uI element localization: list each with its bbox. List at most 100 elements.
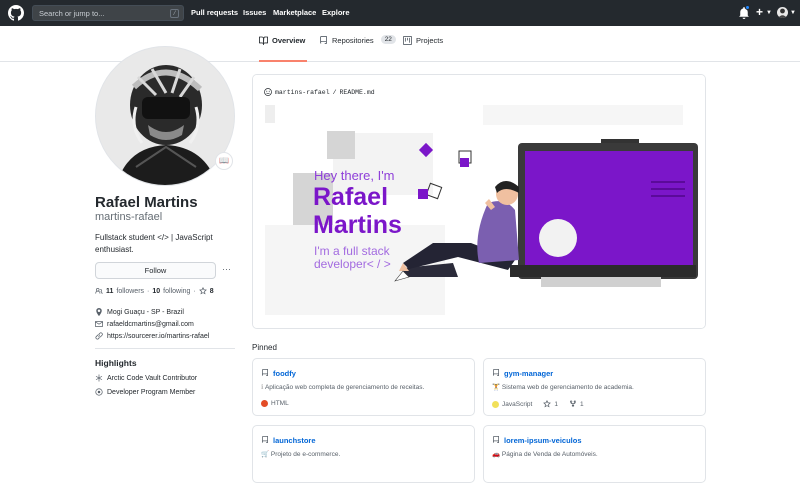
website-link[interactable]: https://sourcerer.io/martins-rafael xyxy=(107,333,209,340)
following-label[interactable]: following xyxy=(163,288,190,295)
chevron-down-icon[interactable]: ▼ xyxy=(766,10,772,16)
fork-icon[interactable] xyxy=(569,400,577,408)
star-icon xyxy=(198,287,207,295)
tab-label: Repositories xyxy=(332,36,374,45)
github-logo-icon[interactable] xyxy=(8,5,24,21)
repo-description: 🏋 Sistema web de gerenciamento de academ… xyxy=(492,383,634,391)
location-pin-icon xyxy=(96,308,102,316)
repo-meta: HTML xyxy=(261,400,289,407)
followers-label[interactable]: followers xyxy=(116,288,144,295)
readme-user[interactable]: martins-rafael xyxy=(275,89,330,96)
language-color-dot xyxy=(261,400,268,407)
repo-name-link[interactable]: launchstore xyxy=(273,436,316,445)
repo-description-text: Sistema web de gerenciamento de academia… xyxy=(501,384,634,391)
pinned-repo-card[interactable]: lorem-ipsum-veiculos 🚗 Página de Venda d… xyxy=(483,425,706,483)
profile-bio: Fullstack student </> | JavaScript enthu… xyxy=(95,233,213,254)
readme-card: martins-rafael / README.md Hey there, I'… xyxy=(252,74,706,329)
following-count[interactable]: 10 xyxy=(152,288,160,295)
banner-role-line1: I'm a full stack xyxy=(314,244,390,258)
highlight-label[interactable]: Arctic Code Vault Contributor xyxy=(107,375,197,382)
repo-forks-count[interactable]: 1 xyxy=(580,401,584,408)
tab-repositories[interactable]: Repositories 22 xyxy=(319,35,396,62)
tab-projects[interactable]: Projects xyxy=(403,36,443,62)
stars-count[interactable]: 8 xyxy=(210,288,214,295)
nav-explore[interactable]: Explore xyxy=(322,8,350,17)
readme-path-separator: / xyxy=(332,88,337,96)
section-divider xyxy=(95,348,235,349)
more-options-icon[interactable]: ··· xyxy=(222,264,231,274)
weightlifter-icon: 🏋 xyxy=(492,384,501,391)
repo-meta: JavaScript 1 1 xyxy=(492,400,584,408)
tab-label: Overview xyxy=(272,36,306,45)
chevron-down-icon[interactable]: ▼ xyxy=(790,10,796,16)
notification-indicator xyxy=(745,5,750,10)
repo-description-text: Página de Venda de Automóveis. xyxy=(501,451,598,458)
repo-description-text: Aplicação web completa de gerenciamento … xyxy=(264,384,425,391)
repo-description: 🛒 Projeto de e-commerce. xyxy=(261,450,340,458)
repo-language: HTML xyxy=(271,400,289,407)
repo-stars-count[interactable]: 1 xyxy=(554,401,558,408)
search-box[interactable]: / xyxy=(32,5,184,21)
repo-language: JavaScript xyxy=(502,400,533,408)
nav-pull-requests[interactable]: Pull requests xyxy=(191,8,238,17)
search-input[interactable] xyxy=(33,8,163,18)
banner-name-line2: Martins xyxy=(313,211,402,239)
pinned-repo-card[interactable]: foodfy ℹ Aplicação web completa de geren… xyxy=(252,358,475,416)
email-link[interactable]: rafaeldcmartins@gmail.com xyxy=(107,321,194,328)
tab-label: Projects xyxy=(416,36,444,45)
repo-description: ℹ Aplicação web completa de gerenciament… xyxy=(261,383,424,391)
repo-name-link[interactable]: foodfy xyxy=(273,369,296,378)
banner-role-line2: developer< / > xyxy=(314,257,391,271)
repo-icon xyxy=(262,369,268,376)
highlight-label[interactable]: Developer Program Member xyxy=(107,389,195,396)
pinned-repo-card[interactable]: launchstore 🛒 Projeto de e-commerce. xyxy=(252,425,475,483)
highlight-item: Arctic Code Vault Contributor xyxy=(95,374,197,382)
readme-path: martins-rafael / README.md xyxy=(264,88,375,96)
profile-avatar[interactable] xyxy=(95,46,235,186)
repo-icon xyxy=(493,436,499,443)
repo-icon xyxy=(262,436,268,443)
banner-greeting: Hey there, I'm xyxy=(314,168,395,183)
repo-icon xyxy=(493,369,499,376)
location-row: Mogi Guaçu - SP - Brazil xyxy=(95,308,184,316)
top-navbar: / Pull requests Issues Marketplace Explo… xyxy=(0,0,800,26)
follow-stats: 11 followers · 10 following · 8 xyxy=(95,287,214,295)
repo-name-link[interactable]: lorem-ipsum-veiculos xyxy=(504,436,582,445)
repo-name-link[interactable]: gym-manager xyxy=(504,369,553,378)
pinned-heading: Pinned xyxy=(252,343,277,352)
arctic-vault-icon xyxy=(95,374,103,382)
slash-shortcut-key: / xyxy=(170,9,179,18)
followers-count[interactable]: 11 xyxy=(106,288,113,295)
location-text: Mogi Guaçu - SP - Brazil xyxy=(107,308,184,316)
repo-description: 🚗 Página de Venda de Automóveis. xyxy=(492,450,598,458)
people-icon xyxy=(95,287,103,294)
nav-marketplace[interactable]: Marketplace xyxy=(273,8,316,17)
highlight-item: Developer Program Member xyxy=(95,388,195,396)
car-icon: 🚗 xyxy=(492,451,501,458)
profile-full-name: Rafael Martins xyxy=(95,194,198,211)
mail-icon xyxy=(95,321,103,327)
star-icon[interactable] xyxy=(543,400,552,408)
avatar-photo xyxy=(96,47,234,185)
smiley-icon xyxy=(264,88,272,96)
email-row: rafaeldcmartins@gmail.com xyxy=(95,320,194,328)
readme-file[interactable]: README.md xyxy=(340,89,375,96)
separator-dot: · xyxy=(193,287,196,295)
separator-dot: · xyxy=(147,287,150,295)
profile-username: martins-rafael xyxy=(95,211,163,223)
status-emoji-badge[interactable]: 📖 xyxy=(215,152,233,170)
tab-overview[interactable]: Overview xyxy=(259,36,307,62)
create-new-icon[interactable]: + xyxy=(756,5,763,19)
pinned-repo-card[interactable]: gym-manager 🏋 Sistema web de gerenciamen… xyxy=(483,358,706,416)
user-menu-avatar[interactable] xyxy=(777,7,788,18)
follow-button[interactable]: Follow xyxy=(95,262,216,279)
shopping-cart-icon: 🛒 xyxy=(261,451,270,458)
website-row: https://sourcerer.io/martins-rafael xyxy=(95,332,209,340)
banner-name-line1: Rafael xyxy=(313,183,389,211)
developer-program-icon xyxy=(95,388,103,396)
info-icon: ℹ xyxy=(261,384,264,391)
nav-issues[interactable]: Issues xyxy=(243,8,266,17)
repo-count-badge: 22 xyxy=(380,35,396,44)
repo-icon xyxy=(320,36,327,44)
link-icon xyxy=(95,332,103,340)
